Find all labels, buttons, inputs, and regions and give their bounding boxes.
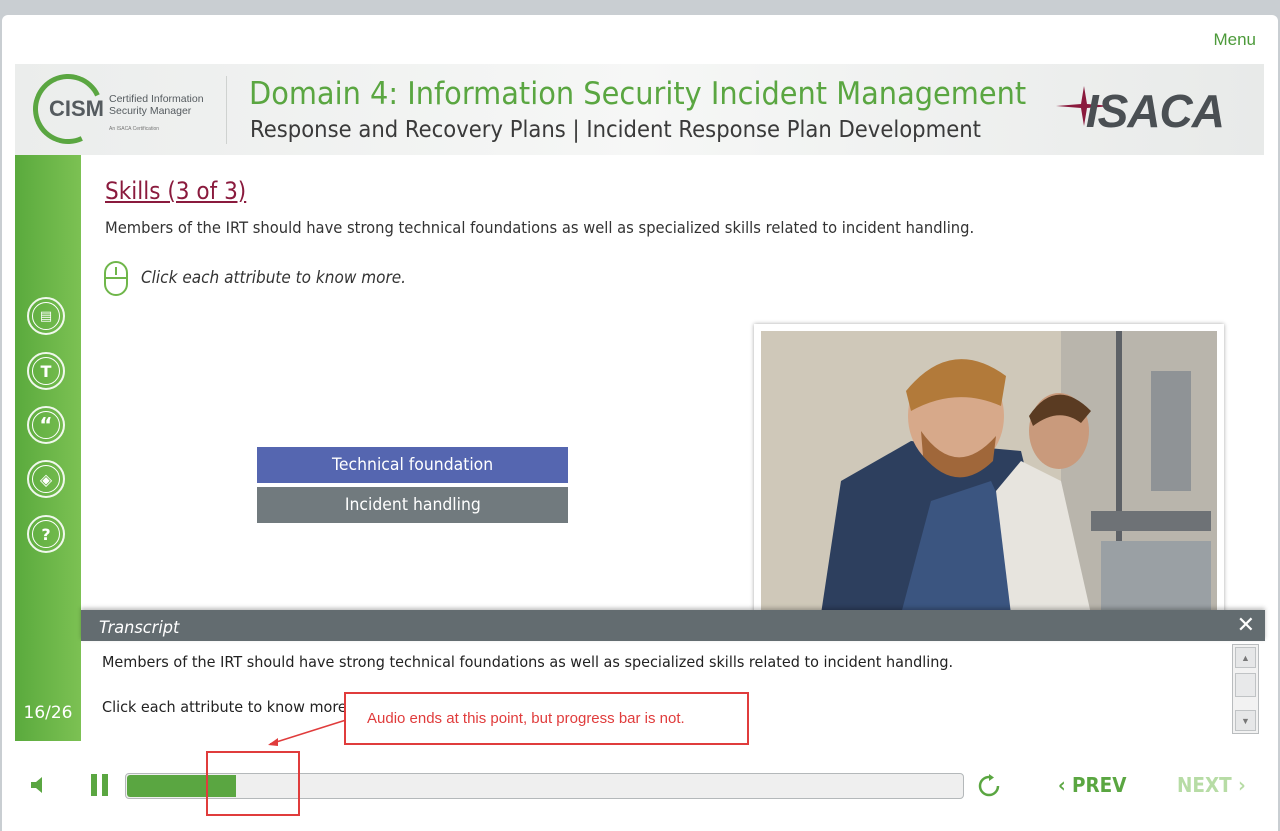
next-button[interactable]: NEXT › xyxy=(1177,773,1246,797)
close-icon[interactable]: ✕ xyxy=(1237,613,1255,638)
technical-foundation-button[interactable]: Technical foundation xyxy=(257,447,568,483)
cism-subtitle-line1: Certified Information xyxy=(109,93,204,105)
notes-icon: ▤ xyxy=(32,302,60,330)
cism-logo-text: CISM xyxy=(49,96,104,121)
isaca-logo: ISACA xyxy=(1085,85,1225,137)
sidebar: ▤ T “ ◈ ? 16/26 xyxy=(15,155,81,741)
scroll-down-button[interactable]: ▼ xyxy=(1235,710,1256,731)
quote-button[interactable]: “ xyxy=(27,406,65,444)
chevron-left-icon: ‹ xyxy=(1058,773,1066,797)
slide-photo-frame xyxy=(754,324,1224,614)
prev-button[interactable]: ‹ PREV xyxy=(1058,773,1126,797)
transcript-line: Click each attribute to know more. xyxy=(102,698,352,716)
annotation-highlight-box xyxy=(206,751,300,816)
resources-button[interactable]: ◈ xyxy=(27,460,65,498)
topic-subtitle: Response and Recovery Plans | Incident R… xyxy=(250,117,981,143)
volume-icon[interactable] xyxy=(30,775,48,795)
menu-link[interactable]: Menu xyxy=(1213,30,1256,50)
cism-subtitle-line3: An ISACA Certification xyxy=(109,126,160,132)
annotation-arrow xyxy=(268,719,347,746)
cism-subtitle-line2: Security Manager xyxy=(109,105,192,117)
mouse-icon xyxy=(104,261,128,296)
transcript-line: Members of the IRT should have strong te… xyxy=(102,653,954,671)
quote-icon: “ xyxy=(32,411,60,439)
incident-handling-label: Incident handling xyxy=(344,495,481,515)
course-header: CISM Certified Information Security Mana… xyxy=(15,64,1264,155)
pause-button[interactable] xyxy=(90,774,110,796)
scroll-up-button[interactable]: ▲ xyxy=(1235,647,1256,668)
resources-icon: ◈ xyxy=(32,465,60,493)
transcript-scrollbar[interactable]: ▲ ▼ xyxy=(1232,644,1259,734)
notes-button[interactable]: ▤ xyxy=(27,297,65,335)
transcript-header: Transcript ✕ xyxy=(81,610,1265,641)
technical-foundation-label: Technical foundation xyxy=(331,455,494,475)
cism-logo-subtitle: Certified Information Security Manager xyxy=(109,93,204,117)
engineers-photo xyxy=(761,331,1217,614)
page-counter: 16/26 xyxy=(23,703,73,723)
slide-instruction: Click each attribute to know more. xyxy=(141,268,407,288)
engineers-photo-illustration xyxy=(761,331,1217,614)
transcript-title: Transcript xyxy=(99,618,180,638)
slide-description: Members of the IRT should have strong te… xyxy=(105,218,975,237)
header-divider xyxy=(226,76,227,144)
glossary-button[interactable]: T xyxy=(27,352,65,390)
chevron-right-icon: › xyxy=(1238,773,1246,797)
help-button[interactable]: ? xyxy=(27,515,65,553)
next-label: NEXT xyxy=(1177,773,1232,797)
help-icon: ? xyxy=(32,520,60,548)
annotation-text: Audio ends at this point, but progress b… xyxy=(367,710,685,727)
player-controls: ‹ PREV NEXT › xyxy=(0,758,1280,818)
glossary-icon: T xyxy=(32,357,60,385)
incident-handling-button[interactable]: Incident handling xyxy=(257,487,568,523)
prev-label: PREV xyxy=(1072,773,1127,797)
slide-title: Skills (3 of 3) xyxy=(105,177,247,205)
replay-icon[interactable] xyxy=(977,774,1001,798)
annotation-callout: Audio ends at this point, but progress b… xyxy=(344,692,749,745)
domain-title: Domain 4: Information Security Incident … xyxy=(249,76,1027,112)
scroll-thumb[interactable] xyxy=(1235,673,1256,697)
